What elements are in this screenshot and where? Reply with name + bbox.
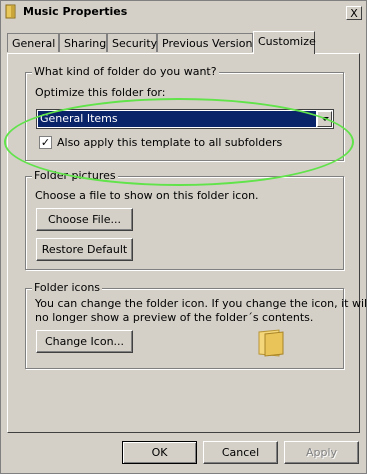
customize-panel: What kind of folder do you want? Optimiz… [4,53,367,433]
restore-default-button[interactable]: Restore Default [36,238,133,261]
restore-default-label: Restore Default [41,243,128,256]
apply-label: Apply [305,446,338,459]
properties-dialog: Music Properties X General Sharing Secur… [0,0,367,474]
tab-sharing[interactable]: Sharing [59,33,107,52]
folder-icons-group: Folder icons You can change the folder i… [25,281,367,369]
cancel-label: Cancel [221,446,260,459]
ok-label: OK [151,446,168,459]
highlight-ellipse [4,98,354,186]
window-title: Music Properties [23,5,128,18]
folder-pictures-description: Choose a file to show on this folder ico… [35,189,259,202]
close-button[interactable]: X [346,6,362,20]
folder-icon [5,4,16,19]
title-bar[interactable]: Music Properties X [1,1,366,23]
folder-icons-description-line1: You can change the folder icon. If you c… [35,297,367,310]
change-icon-label: Change Icon... [44,335,125,348]
choose-file-label: Choose File... [47,213,121,226]
folder-icons-description-line2: no longer show a preview of the folder´s… [35,311,314,324]
folder-icons-legend: Folder icons [32,281,103,294]
tab-general[interactable]: General [7,33,59,52]
choose-file-button[interactable]: Choose File... [36,208,133,231]
tab-security[interactable]: Security [107,33,157,52]
change-icon-button[interactable]: Change Icon... [36,330,133,353]
apply-button[interactable]: Apply [284,441,359,464]
ok-button[interactable]: OK [122,441,197,464]
optimize-label: Optimize this folder for: [35,86,166,99]
tab-customize[interactable]: Customize [253,31,316,54]
folder-type-legend: What kind of folder do you want? [32,65,219,78]
folder-pictures-group: Folder pictures Choose a file to show on… [25,169,344,270]
tab-previous-versions[interactable]: Previous Versions [157,33,258,52]
folder-preview-icon [258,329,284,357]
cancel-button[interactable]: Cancel [203,441,278,464]
